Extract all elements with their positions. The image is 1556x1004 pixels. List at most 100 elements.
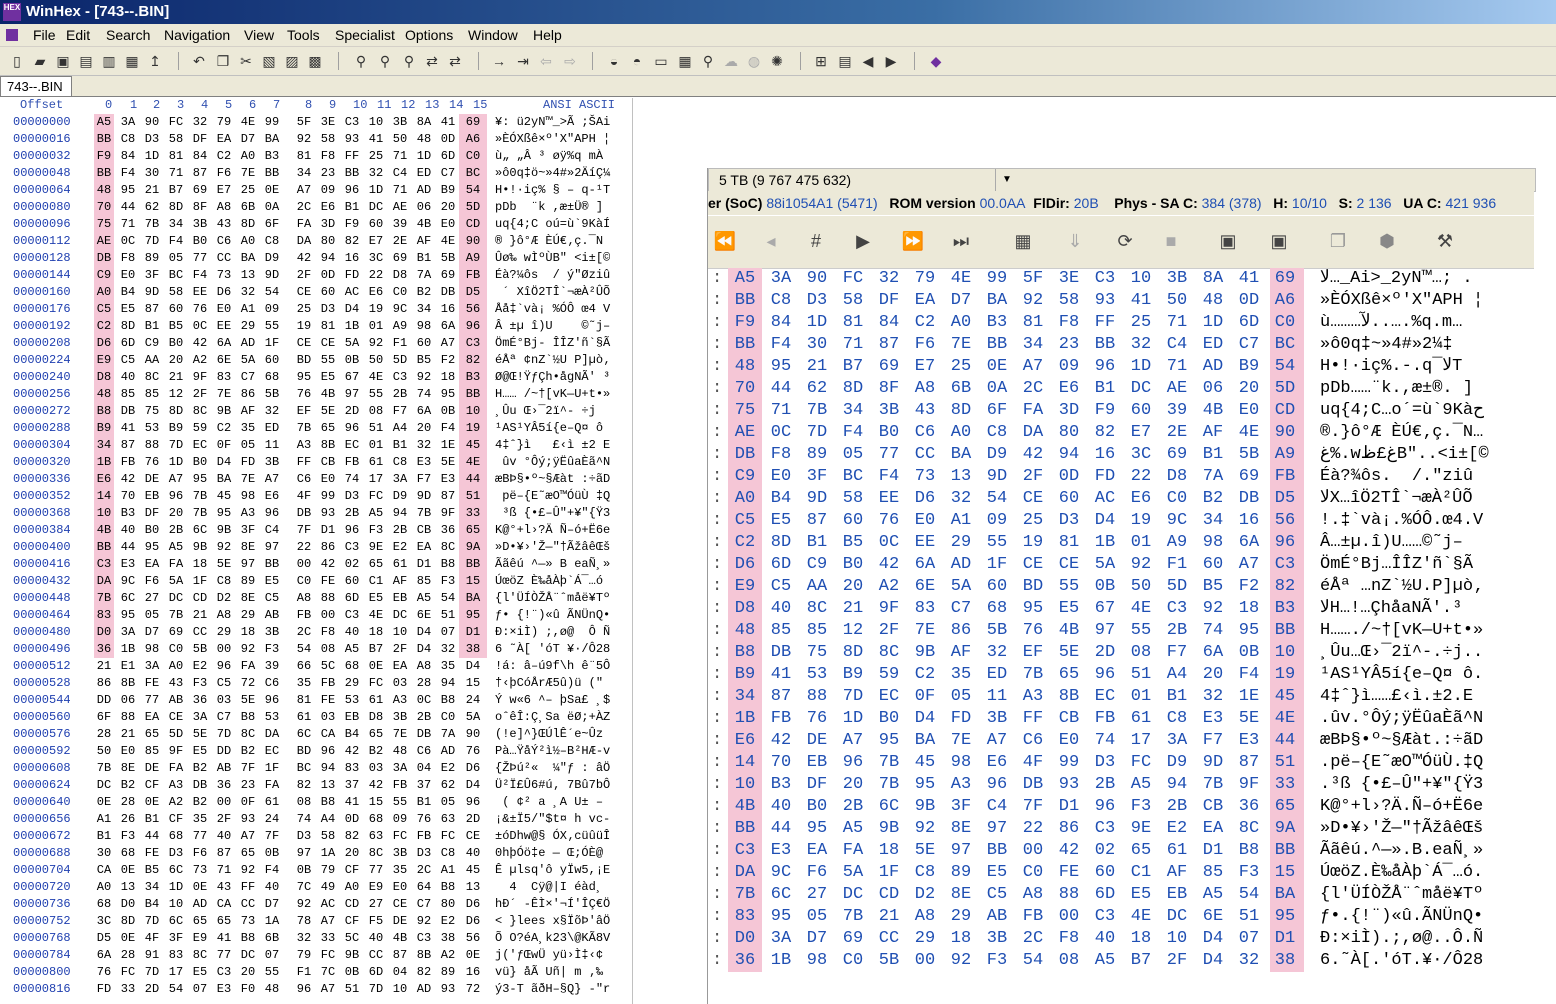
ascii-text[interactable]: Ð:×iÌ) ;,ø@ Ô Ñ: [495, 624, 610, 641]
hex-byte[interactable]: 6E: [214, 352, 234, 369]
hex-byte[interactable]: 5A: [342, 335, 362, 352]
zoom-hex-byte[interactable]: C9: [802, 554, 832, 576]
hex-byte[interactable]: 2D: [142, 981, 162, 998]
hex-byte[interactable]: 85: [142, 386, 162, 403]
hex-byte[interactable]: 8A: [414, 114, 434, 131]
hex-byte[interactable]: 97: [294, 845, 314, 862]
zoom-hex-byte[interactable]: 65: [1054, 664, 1084, 686]
hex-byte[interactable]: AF: [390, 573, 410, 590]
hex-byte[interactable]: C6: [214, 233, 234, 250]
zoom-hex-row[interactable]: : E6 42 DE A7 95 BA 7E A7 C6 E0 74 17 3A F7 E3 44 æBÞ§•º~…: [708, 730, 1556, 752]
zoom-hex-byte[interactable]: B5: [1198, 576, 1228, 598]
ascii-text[interactable]: »D•¥›'Ž—"†ÃžâêŒš: [495, 539, 610, 556]
hex-byte[interactable]: C6: [262, 675, 282, 692]
hex-byte[interactable]: 00: [318, 607, 338, 624]
hex-byte[interactable]: C7: [214, 709, 234, 726]
hex-byte[interactable]: 60: [342, 573, 362, 590]
hex-byte[interactable]: 8F: [190, 199, 210, 216]
zoom-hex-byte[interactable]: 3F: [946, 796, 976, 818]
hex-byte[interactable]: 7B: [294, 420, 314, 437]
hex-byte[interactable]: CF: [142, 777, 162, 794]
hex-row[interactable]: 00000496 36 1B 98 C0 5B 00 92 F3 54 08 A5 B7 2F D4 32 38…: [0, 641, 632, 658]
hex-byte[interactable]: A8: [294, 590, 314, 607]
hex-byte[interactable]: 48: [390, 743, 410, 760]
zoom-hex-byte[interactable]: 40: [766, 796, 796, 818]
zoom-hex-byte[interactable]: 5E: [1054, 642, 1084, 664]
hammer-icon[interactable]: ⚒: [1430, 226, 1460, 256]
hex-byte[interactable]: 40: [262, 879, 282, 896]
hex-byte[interactable]: B5: [166, 318, 186, 335]
zoom-hex-byte[interactable]: E7: [1126, 422, 1156, 444]
hex-byte[interactable]: 95: [118, 182, 138, 199]
zoom-hex-row[interactable]: : F9 84 1D 81 84 C2 A0 B3 81 F8 FF 25 71 1D 6D C0 ù………لآ.…: [708, 312, 1556, 334]
hex-row[interactable]: 00000768 D5 0E 4F 3F E9 41 B8 6B 32 33 5C 40 4B C3 38 56…: [0, 930, 632, 947]
hex-byte[interactable]: 7F: [238, 760, 258, 777]
hex-byte[interactable]: E0: [438, 216, 458, 233]
hex-byte[interactable]: 29: [214, 624, 234, 641]
zoom-hex-byte[interactable]: 69: [874, 356, 904, 378]
zoom-hex-byte[interactable]: BC: [838, 466, 868, 488]
hex-row[interactable]: 00000592 50 E0 85 9F E5 DD B2 EC BD 96 42 B2 48 C6 AD 76…: [0, 743, 632, 760]
hex-byte[interactable]: D5: [463, 284, 483, 301]
hex-byte[interactable]: 97: [342, 386, 362, 403]
hex-byte[interactable]: D9: [390, 488, 410, 505]
zoom-hex-byte[interactable]: 54: [982, 488, 1012, 510]
hex-byte[interactable]: 9B: [214, 403, 234, 420]
zoom-hex-row[interactable]: : BB F4 30 71 87 F6 7E BB 34 23 BB 32 C4 ED C7 BC »ô0q‡~»…: [708, 334, 1556, 356]
zoom-hex-byte[interactable]: 8C: [874, 642, 904, 664]
hex-byte[interactable]: D0: [118, 896, 138, 913]
hex-byte[interactable]: A7: [318, 981, 338, 998]
zoom-hex-byte[interactable]: A0: [730, 488, 760, 510]
zoom-hex-byte[interactable]: 60: [982, 576, 1012, 598]
zoom-hex-byte[interactable]: BD: [1018, 576, 1048, 598]
zoom-hex-byte[interactable]: 70: [730, 378, 760, 400]
hex-byte[interactable]: 89: [142, 250, 162, 267]
zoom-hex-byte[interactable]: C2: [910, 664, 940, 686]
hex-byte[interactable]: 45: [463, 862, 483, 879]
hex-byte[interactable]: 0D: [438, 131, 458, 148]
hex-byte[interactable]: A2: [438, 947, 458, 964]
zoom-hex-byte[interactable]: 65: [1270, 796, 1300, 818]
zoom-hex-byte[interactable]: ED: [982, 664, 1012, 686]
hex-byte[interactable]: 5A: [463, 709, 483, 726]
hex-byte[interactable]: D2: [214, 590, 234, 607]
hex-byte[interactable]: 90: [463, 233, 483, 250]
hex-byte[interactable]: 24: [262, 811, 282, 828]
hex-byte[interactable]: 05: [438, 794, 458, 811]
hex-byte[interactable]: FB: [414, 828, 434, 845]
zoom-hex-byte[interactable]: D2: [910, 884, 940, 906]
zoom-hex-byte[interactable]: 11: [982, 686, 1012, 708]
zoom-hex-byte[interactable]: BB: [1090, 334, 1120, 356]
hex-byte[interactable]: E9: [366, 879, 386, 896]
hex-byte[interactable]: 90: [463, 726, 483, 743]
hex-row[interactable]: 00000384 4B 40 B0 2B 6C 9B 3F C4 7F D1 96 F3 2B CB 36 65…: [0, 522, 632, 539]
hex-byte[interactable]: 27: [142, 590, 162, 607]
hex-row[interactable]: 00000800 76 FC 7D 17 E5 C3 20 55 F1 7C 0B 6D 04 82 89 16…: [0, 964, 632, 981]
zoom-hex-byte[interactable]: E6: [982, 752, 1012, 774]
zoom-hex-byte[interactable]: 18: [1234, 598, 1264, 620]
hex-byte[interactable]: 58: [318, 131, 338, 148]
hex-byte[interactable]: 41: [214, 930, 234, 947]
hex-byte[interactable]: 55: [262, 318, 282, 335]
zoom-hex-byte[interactable]: 7F: [1018, 796, 1048, 818]
hex-byte[interactable]: A0: [94, 879, 114, 896]
zoom-hex-byte[interactable]: DA: [730, 862, 760, 884]
zoom-hex-byte[interactable]: 95: [802, 818, 832, 840]
zoom-hex-byte[interactable]: BA: [982, 290, 1012, 312]
hex-byte[interactable]: 08: [366, 403, 386, 420]
zoom-hex-byte[interactable]: AF: [1198, 422, 1228, 444]
ascii-text[interactable]: ¥: ü2yN™_>Ã ;ŠAi: [495, 114, 610, 131]
zoom-hex-byte[interactable]: 32: [946, 488, 976, 510]
hex-byte[interactable]: 25: [366, 148, 386, 165]
zoom-hex-byte[interactable]: FB: [766, 708, 796, 730]
zoom-hex-byte[interactable]: 20: [838, 774, 868, 796]
hex-byte[interactable]: 89: [438, 964, 458, 981]
hex-byte[interactable]: 39: [262, 658, 282, 675]
hex-byte[interactable]: 3F: [166, 930, 186, 947]
hex-byte[interactable]: B5: [414, 352, 434, 369]
hex-byte[interactable]: 42: [190, 335, 210, 352]
hex-byte[interactable]: FB: [390, 777, 410, 794]
zoom-hex-row[interactable]: : BB C8 D3 58 DF EA D7 BA 92 58 93 41 50 48 0D A6 »ÈÓXßê×…: [708, 290, 1556, 312]
hex-byte[interactable]: 02: [342, 556, 362, 573]
zoom-hex-grid[interactable]: : A5 3A 90 FC 32 79 4E 99 5F 3E C3 10 3B 8A 41 69 لا…_Ai>…: [708, 268, 1556, 1004]
